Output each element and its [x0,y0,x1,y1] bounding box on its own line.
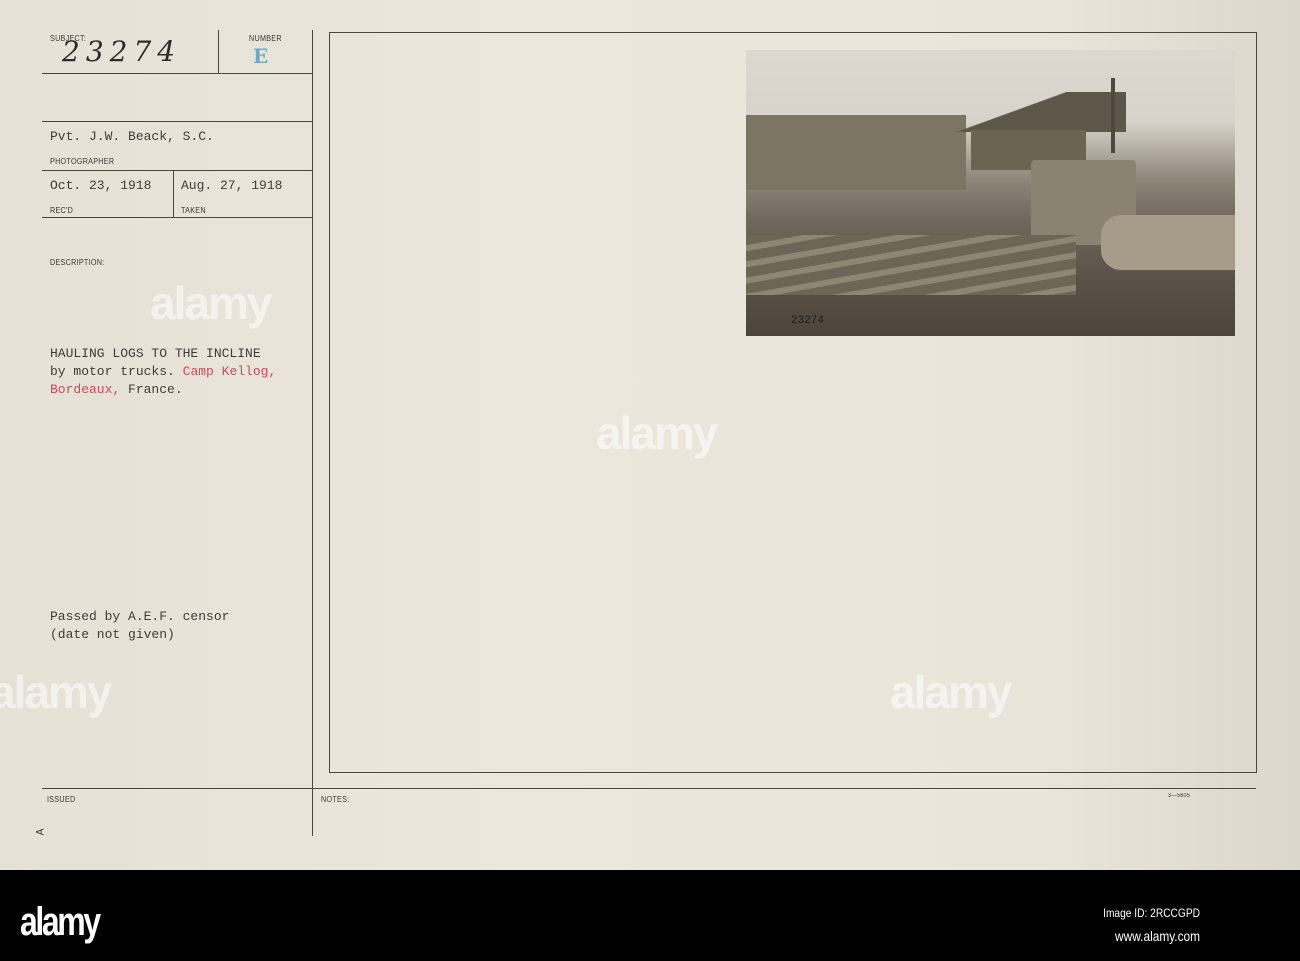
left-column-divider [312,30,313,836]
watermark-logo: alamy [0,666,112,718]
censor-line: (date not given) [50,627,175,642]
taken-date: Aug. 27, 1918 [181,178,283,193]
photographer-value: Pvt. J.W. Beack, S.C. [50,129,214,144]
footer-logo: alamy [20,900,101,944]
footer-bar: alamy Image ID: 2RCCGPD www.alamy.com [0,870,1300,961]
watermark-logo: alamy [890,666,1012,718]
description-label: DESCRIPTION: [50,258,105,267]
subject-number-divider [218,30,219,73]
rule [42,121,312,122]
bottom-rule [42,788,1256,789]
form-number: 3—5605 [1168,793,1191,799]
shed-roof [951,92,1126,132]
lumber-stacks [746,115,966,190]
chimney [1111,78,1115,153]
description-line: HAULING LOGS TO THE INCLINE [50,346,261,361]
description-line: by motor trucks. Camp Kellog, [50,364,276,379]
received-label: REC'D [50,206,74,215]
censor-line: Passed by A.E.F. censor [50,609,230,624]
photographer-label: PHOTOGRAPHER [50,157,115,166]
photo-caption-number: 23274 [791,315,825,327]
rule [42,73,312,74]
issued-label: ISSUED [47,795,76,804]
number-stamp: E [253,44,269,68]
received-date: Oct. 23, 1918 [50,178,152,193]
notes-label: NOTES: [321,795,350,804]
taken-label: TAKEN [181,206,206,215]
photograph-logging-camp: 23274 [746,50,1235,336]
rule [42,170,312,171]
image-id: Image ID: 2RCCGPD [1103,906,1200,920]
subject-number-handwritten: 23274 [62,35,182,68]
watermark-logo: alamy [150,277,272,329]
rule [42,217,312,218]
archival-photo-card: SUBJECT: 23274 NUMBER E Pvt. J.W. Beack,… [0,0,1300,870]
location-camp: Camp Kellog, [182,364,277,379]
number-label: NUMBER [249,34,282,43]
log-pile [1101,215,1235,270]
logs-foreground [746,235,1076,295]
site-url: www.alamy.com [1114,928,1200,944]
description-text: by motor trucks. [50,364,175,379]
location-country: France. [128,382,183,397]
location-city: Bordeaux, [50,382,121,397]
issued-mark: A [35,828,48,836]
watermark-logo: alamy [596,407,718,459]
date-divider [173,170,174,217]
description-line: Bordeaux, France. [50,382,183,397]
